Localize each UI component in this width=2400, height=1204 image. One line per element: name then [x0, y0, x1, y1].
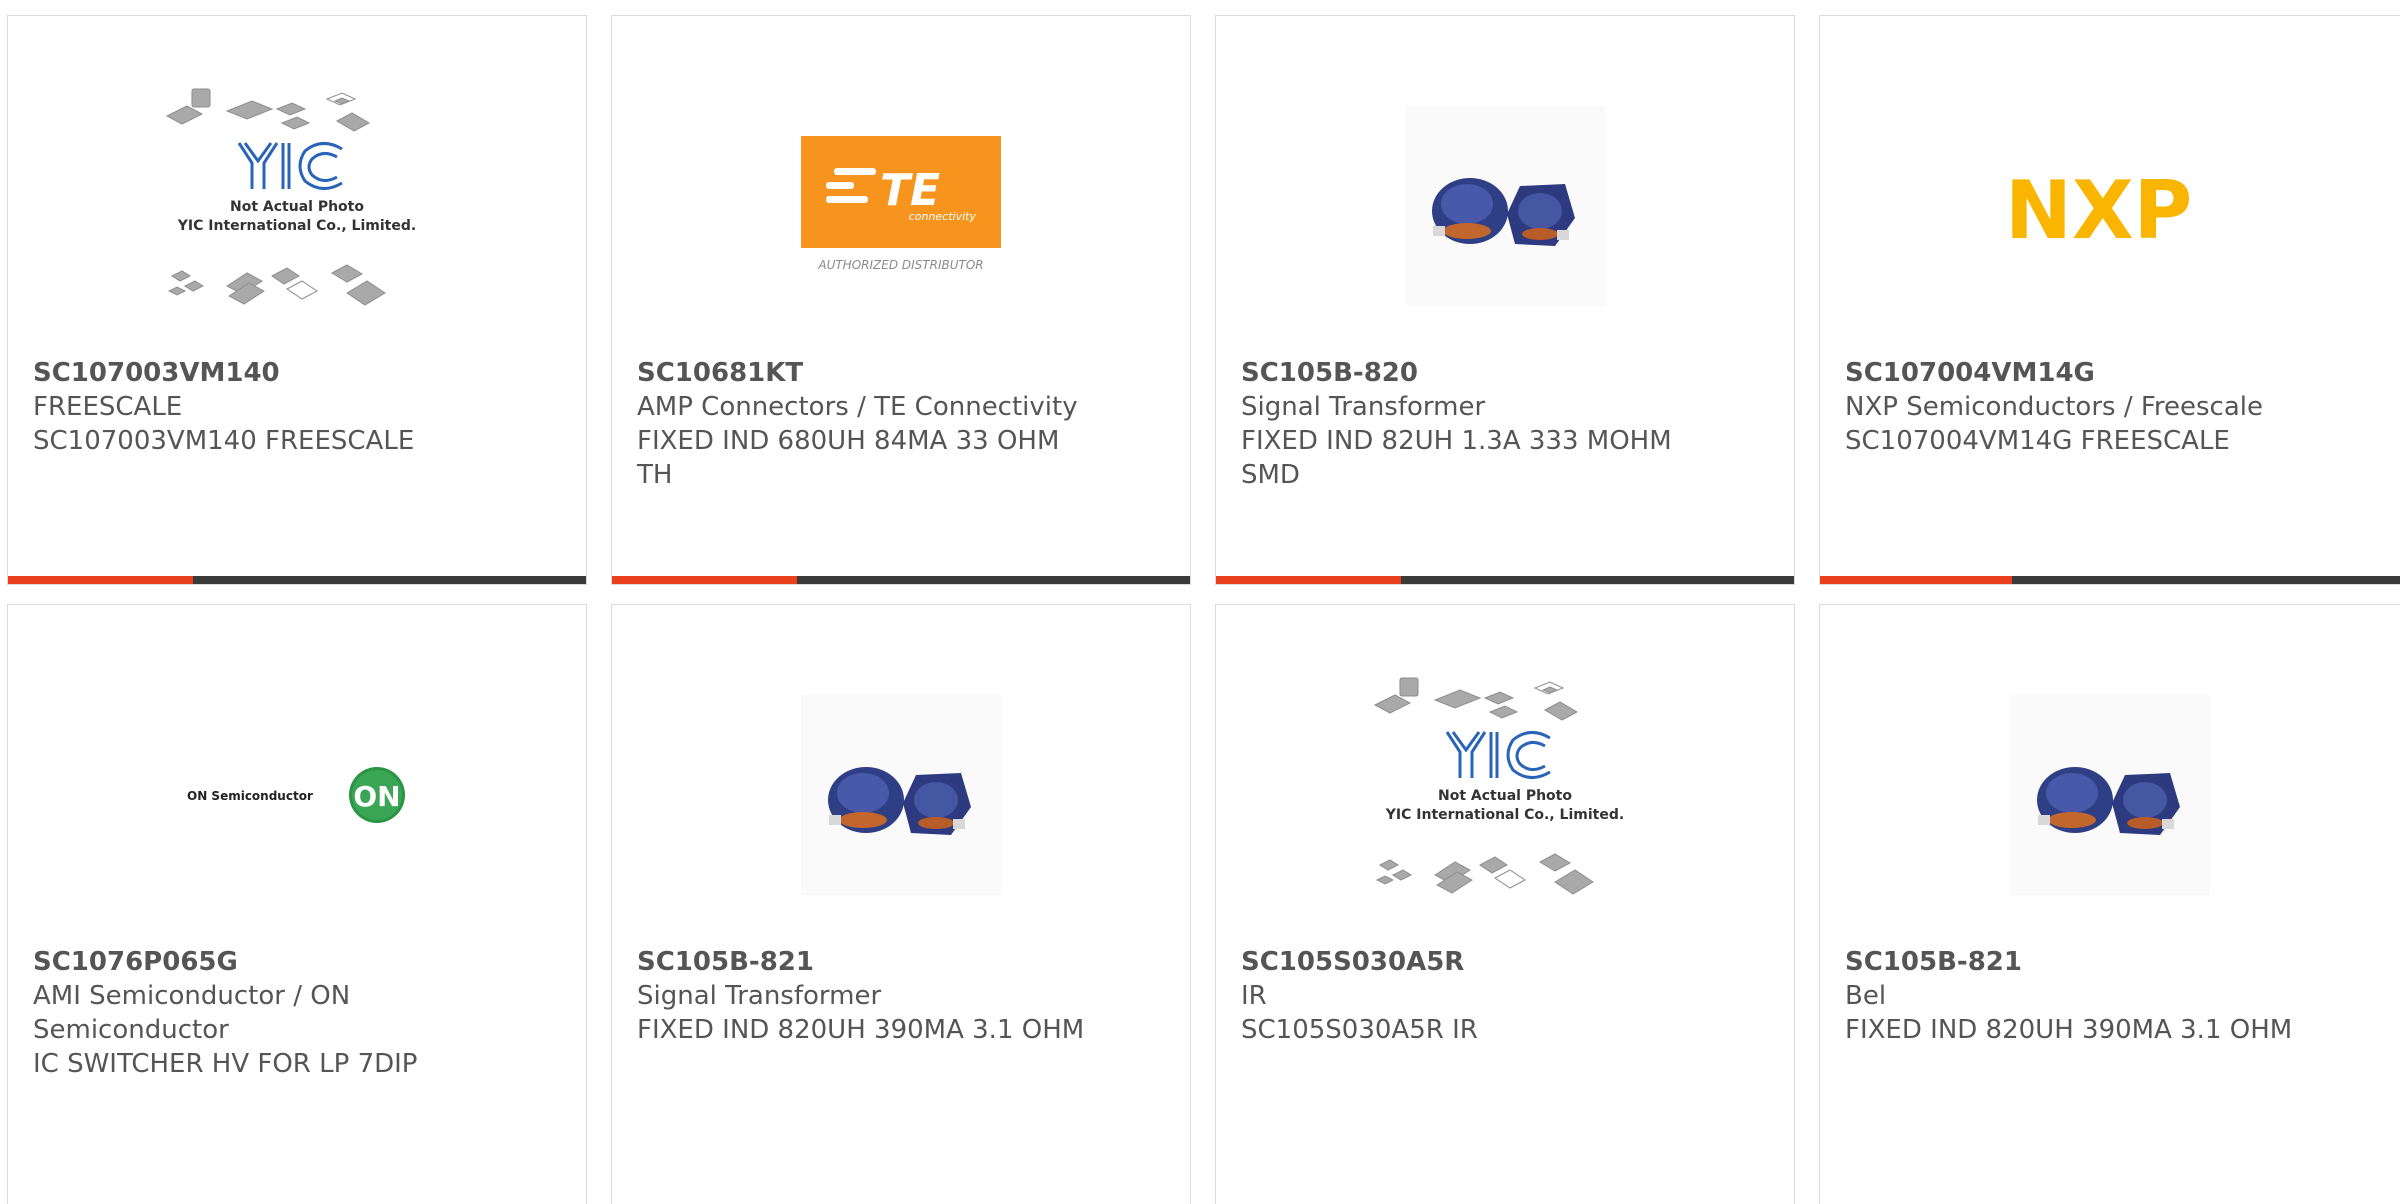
product-image[interactable]: Not Actual Photo YIC International Co., …	[1216, 645, 1794, 945]
part-number[interactable]: SC105B-821	[1845, 945, 2295, 979]
description: FIXED IND 820UH 390MA 3.1 OHM	[1845, 1015, 2293, 1045]
svg-text:AUTHORIZED DISTRIBUTOR: AUTHORIZED DISTRIBUTOR	[817, 258, 983, 272]
manufacturer: AMP Connectors / TE Connectivity	[637, 392, 1078, 422]
manufacturer: NXP Semiconductors / Freescale	[1845, 392, 2264, 422]
product-image[interactable]	[1216, 56, 1794, 356]
svg-text:NXP: NXP	[2005, 166, 2192, 246]
product-card[interactable]: TE connectivity AUTHORIZED DISTRIBUTOR S…	[611, 15, 1191, 585]
inductor-photo-image	[2009, 695, 2210, 895]
inductor-photo-image	[1405, 106, 1605, 306]
part-number[interactable]: SC107004VM14G	[1845, 356, 2295, 390]
description: IC SWITCHER HV FOR LP 7DIP	[33, 1049, 418, 1079]
product-info: SC105B-820 Signal Transformer FIXED IND …	[1241, 356, 1691, 492]
product-info: SC10681KT AMP Connectors / TE Connectivi…	[637, 356, 1087, 492]
product-image[interactable]	[612, 645, 1190, 945]
progress-bar	[1216, 576, 1794, 584]
svg-text:Not Actual Photo: Not Actual Photo	[1438, 788, 1572, 804]
svg-text:Not Actual Photo: Not Actual Photo	[230, 199, 364, 215]
manufacturer: IR	[1241, 981, 1267, 1011]
svg-text:TE: TE	[880, 165, 940, 216]
product-card[interactable]: Not Actual Photo YIC International Co., …	[1215, 604, 1795, 1204]
progress-fill	[612, 576, 797, 584]
product-image[interactable]: NXP	[1820, 56, 2399, 356]
description: FIXED IND 82UH 1.3A 333 MOHM SMD	[1241, 426, 1672, 490]
description: SC107004VM14G FREESCALE	[1845, 426, 2230, 456]
progress-bar	[1820, 576, 2400, 584]
description: SC107003VM140 FREESCALE	[33, 426, 415, 456]
part-number[interactable]: SC10681KT	[637, 356, 1087, 390]
manufacturer: FREESCALE	[33, 392, 183, 422]
description: FIXED IND 820UH 390MA 3.1 OHM	[637, 1015, 1085, 1045]
product-grid: Not Actual Photo YIC International Co., …	[0, 0, 2400, 1204]
manufacturer: Signal Transformer	[637, 981, 882, 1011]
product-info: SC107004VM14G NXP Semiconductors / Frees…	[1845, 356, 2295, 458]
part-number[interactable]: SC105S030A5R	[1241, 945, 1691, 979]
description: FIXED IND 680UH 84MA 33 OHM TH	[637, 426, 1060, 490]
on-semiconductor-logo-image: ON Semiconductor ON	[187, 767, 405, 823]
product-card[interactable]: ON Semiconductor ON SC1076P065G AMI Semi…	[7, 604, 587, 1204]
part-number[interactable]: SC107003VM140	[33, 356, 483, 390]
manufacturer: Signal Transformer	[1241, 392, 1486, 422]
svg-text:YIC International Co., Limited: YIC International Co., Limited.	[1385, 807, 1624, 823]
product-card[interactable]: NXP SC107004VM14G NXP Semiconductors / F…	[1819, 15, 2400, 585]
product-info: SC105B-821 Signal Transformer FIXED IND …	[637, 945, 1087, 1047]
product-info: SC107003VM140 FREESCALE SC107003VM140 FR…	[33, 356, 483, 458]
manufacturer: AMI Semiconductor / ON Semiconductor	[33, 981, 351, 1045]
svg-text:YIC International Co., Limited: YIC International Co., Limited.	[177, 218, 416, 234]
svg-text:ON Semiconductor: ON Semiconductor	[187, 789, 313, 803]
te-logo-image: TE connectivity AUTHORIZED DISTRIBUTOR	[801, 136, 1001, 272]
yic-placeholder-image: Not Actual Photo YIC International Co., …	[165, 88, 416, 306]
product-card[interactable]: Not Actual Photo YIC International Co., …	[7, 15, 587, 585]
product-image[interactable]: Not Actual Photo YIC International Co., …	[8, 56, 586, 356]
part-number[interactable]: SC105B-821	[637, 945, 1087, 979]
yic-placeholder-image: Not Actual Photo YIC International Co., …	[1373, 677, 1624, 895]
product-info: SC1076P065G AMI Semiconductor / ON Semic…	[33, 945, 483, 1081]
progress-fill	[8, 576, 193, 584]
part-number[interactable]: SC1076P065G	[33, 945, 483, 979]
progress-fill	[1216, 576, 1401, 584]
part-number[interactable]: SC105B-820	[1241, 356, 1691, 390]
manufacturer: Bel	[1845, 981, 1887, 1011]
nxp-logo-image: NXP	[2005, 166, 2192, 246]
description: SC105S030A5R IR	[1241, 1015, 1478, 1045]
product-info: SC105B-821 Bel FIXED IND 820UH 390MA 3.1…	[1845, 945, 2295, 1047]
svg-text:connectivity: connectivity	[909, 210, 977, 223]
product-info: SC105S030A5R IR SC105S030A5R IR	[1241, 945, 1691, 1047]
inductor-photo-image	[801, 695, 1001, 895]
product-card[interactable]: SC105B-821 Bel FIXED IND 820UH 390MA 3.1…	[1819, 604, 2400, 1204]
product-image[interactable]	[1820, 645, 2399, 945]
product-image[interactable]: TE connectivity AUTHORIZED DISTRIBUTOR	[612, 56, 1190, 356]
svg-text:ON: ON	[353, 780, 400, 813]
product-card[interactable]: SC105B-820 Signal Transformer FIXED IND …	[1215, 15, 1795, 585]
progress-fill	[1820, 576, 2012, 584]
product-image[interactable]: ON Semiconductor ON	[8, 645, 586, 945]
progress-bar	[612, 576, 1190, 584]
product-card[interactable]: SC105B-821 Signal Transformer FIXED IND …	[611, 604, 1191, 1204]
progress-bar	[8, 576, 586, 584]
